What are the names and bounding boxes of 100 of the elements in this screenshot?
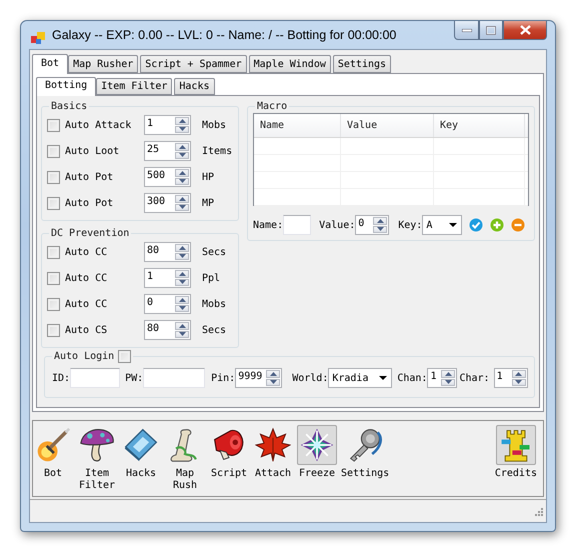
spin-up-button[interactable] xyxy=(175,244,189,252)
number-field[interactable]: 80 xyxy=(144,320,191,340)
column-header[interactable]: Key xyxy=(434,114,525,137)
toolbar-button[interactable]: Script xyxy=(209,425,249,496)
option-label: Auto CC xyxy=(65,298,108,310)
close-button[interactable] xyxy=(503,21,547,40)
number-field[interactable]: 300 xyxy=(144,193,191,213)
tab[interactable]: Maple Window xyxy=(248,55,331,73)
tab[interactable]: Script + Spammer xyxy=(140,55,247,73)
input-field[interactable] xyxy=(143,368,206,388)
spin-down-button[interactable] xyxy=(175,304,189,312)
spin-up-button[interactable] xyxy=(175,117,189,124)
toolbar-button[interactable]: Item Filter xyxy=(77,425,117,496)
dropdown[interactable]: Kradia xyxy=(328,368,392,388)
checkbox[interactable] xyxy=(47,118,60,132)
spin-down-button[interactable] xyxy=(266,378,280,386)
option-label: Auto Attack xyxy=(65,120,132,130)
unit-label: Items xyxy=(202,146,232,156)
checkbox[interactable] xyxy=(47,196,60,210)
checkbox[interactable] xyxy=(47,272,60,284)
spin-up-button[interactable] xyxy=(266,370,280,378)
down-arrow-icon xyxy=(178,254,186,258)
spin-up-button[interactable] xyxy=(175,143,189,150)
up-arrow-icon xyxy=(444,372,452,376)
tab[interactable]: Bot xyxy=(32,54,68,74)
toolbar-button[interactable]: Map Rush xyxy=(165,425,205,496)
field-label: Value: xyxy=(319,220,356,230)
spin-down-button[interactable] xyxy=(175,152,189,159)
checkbox[interactable] xyxy=(118,350,132,363)
spin-down-button[interactable] xyxy=(373,226,388,233)
macro-list[interactable]: Name Value Key xyxy=(253,113,529,206)
number-field[interactable]: 25 xyxy=(144,141,191,161)
spin-up-button[interactable] xyxy=(512,370,526,378)
down-arrow-icon xyxy=(178,153,186,158)
toolbar-button[interactable]: Settings xyxy=(341,425,390,496)
minimize-icon xyxy=(462,28,472,32)
spin-up-button[interactable] xyxy=(175,169,189,176)
checkbox[interactable] xyxy=(47,144,60,158)
number-field[interactable]: 1 xyxy=(144,268,191,288)
number-field[interactable]: 1 xyxy=(494,368,528,388)
up-arrow-icon xyxy=(178,144,186,149)
maximize-button[interactable] xyxy=(479,21,503,40)
confirm-button[interactable] xyxy=(469,218,484,232)
spin-up-button[interactable] xyxy=(175,322,189,330)
up-arrow-icon xyxy=(178,196,186,201)
card-icon xyxy=(123,427,159,463)
spin-up-button[interactable] xyxy=(373,217,388,224)
input-field[interactable] xyxy=(283,215,312,235)
option-label: Auto CS xyxy=(65,324,108,336)
spin-down-button[interactable] xyxy=(175,204,189,211)
option-label: Auto Pot xyxy=(65,172,114,182)
down-arrow-icon xyxy=(178,179,186,184)
checkbox[interactable] xyxy=(47,298,60,310)
minimize-button[interactable] xyxy=(454,21,479,40)
spin-down-button[interactable] xyxy=(175,330,189,338)
spin-down-button[interactable] xyxy=(175,278,189,286)
tab[interactable]: Hacks xyxy=(174,78,214,95)
spin-down-button[interactable] xyxy=(175,252,189,260)
dropdown[interactable]: A xyxy=(422,215,462,235)
down-arrow-icon xyxy=(270,380,277,384)
toolbar-button[interactable]: Bot xyxy=(33,425,73,496)
group-title: Auto Login xyxy=(54,351,114,362)
tab[interactable]: Item Filter xyxy=(96,78,172,95)
number-field[interactable]: 80 xyxy=(144,242,191,262)
checkbox[interactable] xyxy=(47,324,60,336)
input-field[interactable] xyxy=(70,368,120,388)
tab[interactable]: Map Rusher xyxy=(68,55,138,73)
up-arrow-icon xyxy=(178,170,186,175)
group-title: Basics xyxy=(51,101,88,112)
spin-up-button[interactable] xyxy=(175,296,189,304)
number-field[interactable]: 500 xyxy=(144,167,191,187)
column-header[interactable]: Value xyxy=(341,114,434,137)
down-arrow-icon xyxy=(376,227,384,232)
number-field[interactable]: 1 xyxy=(427,368,458,388)
checkbox[interactable] xyxy=(47,246,60,258)
spin-up-button[interactable] xyxy=(441,370,456,378)
number-field[interactable]: 1 xyxy=(144,115,191,135)
field-label: ID: xyxy=(52,372,70,384)
number-field[interactable]: 0 xyxy=(144,294,191,314)
tab[interactable]: Botting xyxy=(36,77,96,96)
checkbox[interactable] xyxy=(47,170,60,184)
up-arrow-icon xyxy=(178,246,186,250)
spin-down-button[interactable] xyxy=(175,178,189,185)
maple-leaf-icon xyxy=(255,427,291,463)
spin-up-button[interactable] xyxy=(175,270,189,278)
tab[interactable]: Settings xyxy=(332,55,392,73)
spin-up-button[interactable] xyxy=(175,195,189,202)
spin-down-button[interactable] xyxy=(441,378,456,386)
down-arrow-icon xyxy=(178,306,186,310)
field-label: World: xyxy=(292,372,328,384)
number-field[interactable]: 0 xyxy=(355,215,390,235)
toolbar-button[interactable]: Attach xyxy=(253,425,293,496)
column-header[interactable]: Name xyxy=(254,114,341,137)
check-icon xyxy=(469,218,484,232)
field-label: PW: xyxy=(125,372,144,384)
spin-down-button[interactable] xyxy=(512,378,526,386)
option-label: Auto CC xyxy=(65,246,108,258)
number-field[interactable]: 9999 xyxy=(235,368,282,388)
toolbar-button[interactable]: Hacks xyxy=(121,425,161,496)
spin-down-button[interactable] xyxy=(175,126,189,133)
